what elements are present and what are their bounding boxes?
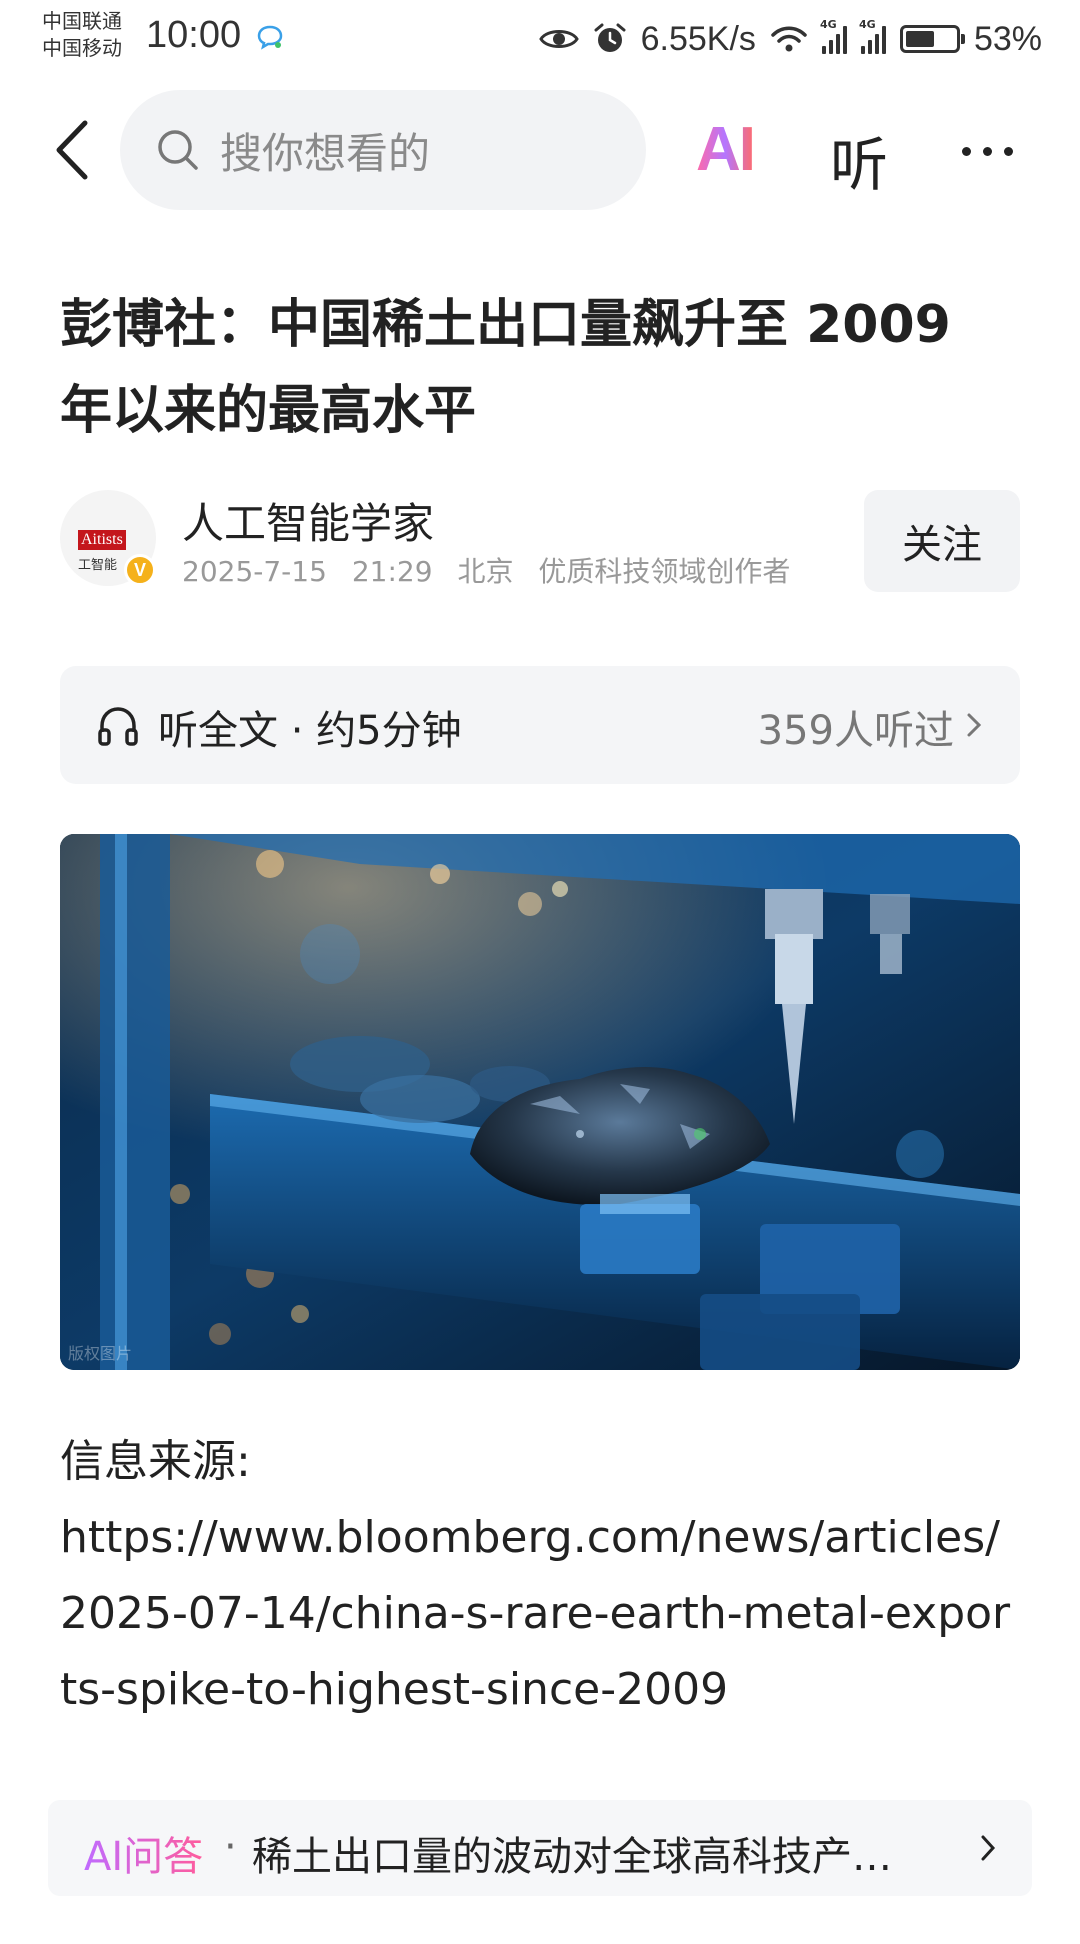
listen-full-text-label: 听全文 · 约5分钟: [158, 708, 462, 754]
back-button[interactable]: [44, 118, 100, 182]
search-input[interactable]: 搜你想看的: [120, 90, 646, 210]
chevron-right-icon: [967, 713, 982, 737]
article-image[interactable]: 版权图片: [60, 834, 1020, 1370]
carrier-1: 中国联通: [42, 9, 122, 33]
status-bar: 中国联通 中国移动 10:00 6.55K/s 4G 4G 53%: [0, 0, 1080, 78]
message-bubble-icon: [257, 25, 283, 50]
listen-count: 359人听过: [757, 708, 954, 754]
headphones-icon: [98, 707, 138, 746]
battery-icon: [899, 25, 965, 53]
image-watermark: 版权图片: [68, 1344, 133, 1363]
search-icon: [158, 130, 198, 170]
author-name[interactable]: 人工智能学家: [182, 490, 434, 551]
verified-badge-icon: V: [124, 554, 156, 586]
search-placeholder: 搜你想看的: [220, 128, 431, 178]
status-right: 6.55K/s 4G 4G 53%: [538, 14, 1042, 64]
follow-button[interactable]: 关注: [864, 490, 1020, 592]
ai-qa-separator: ·: [224, 1824, 237, 1870]
status-time: 10:00: [146, 14, 242, 56]
author-row: Aitists 工智能 V 人工智能学家 2025-7-15 21:29 北京 …: [60, 490, 1020, 600]
listen-full-text-bar[interactable]: 听全文 · 约5分钟 359人听过: [60, 666, 1020, 784]
signal-4g-icon: 4G: [859, 18, 886, 54]
article-title: 彭博社：中国稀土出口量飙升至 2009 年以来的最高水平: [60, 295, 951, 441]
carrier-2: 中国移动: [42, 36, 122, 60]
publish-date: 2025-7-15: [182, 555, 327, 588]
battery-percent: 53%: [973, 19, 1042, 58]
network-speed: 6.55K/s: [640, 19, 756, 58]
avatar-logo-subtext: 工智能: [78, 557, 118, 572]
chevron-right-icon: [981, 1835, 996, 1861]
signal-4g-icon: 4G: [820, 18, 847, 54]
listen-button[interactable]: 听: [830, 118, 888, 202]
wifi-icon: [771, 26, 807, 52]
ai-qa-question: 稀土出口量的波动对全球高科技产…: [252, 1834, 892, 1880]
alarm-icon: [594, 23, 626, 52]
source-url[interactable]: https://www.bloomberg.com/news/articles/…: [60, 1500, 1020, 1728]
author-tag: 优质科技领域创作者: [538, 555, 791, 588]
article-body: 信息来源: https://www.bloomberg.com/news/art…: [60, 1424, 1020, 1728]
publish-location: 北京: [457, 555, 514, 588]
back-arrow-icon: [56, 120, 88, 180]
rare-earth-ore-photo: [60, 834, 1020, 1370]
ai-button[interactable]: AI: [696, 114, 756, 185]
carrier-info: 中国联通 中国移动: [42, 8, 122, 62]
eye-icon: [538, 30, 579, 48]
top-nav: 搜你想看的 AI 听: [0, 88, 1080, 212]
author-meta: 2025-7-15 21:29 北京 优质科技领域创作者: [182, 550, 806, 590]
source-label: 信息来源:: [60, 1436, 251, 1487]
ai-qa-label: AI问答: [84, 1824, 203, 1882]
more-options-button[interactable]: [962, 136, 1026, 166]
ai-qa-bar[interactable]: AI问答 · 稀土出口量的波动对全球高科技产…: [48, 1800, 1032, 1896]
publish-time: 21:29: [351, 555, 433, 588]
more-dots-icon: [962, 146, 971, 156]
avatar[interactable]: Aitists 工智能 V: [60, 490, 156, 586]
avatar-logo-text: Aitists: [78, 530, 126, 550]
